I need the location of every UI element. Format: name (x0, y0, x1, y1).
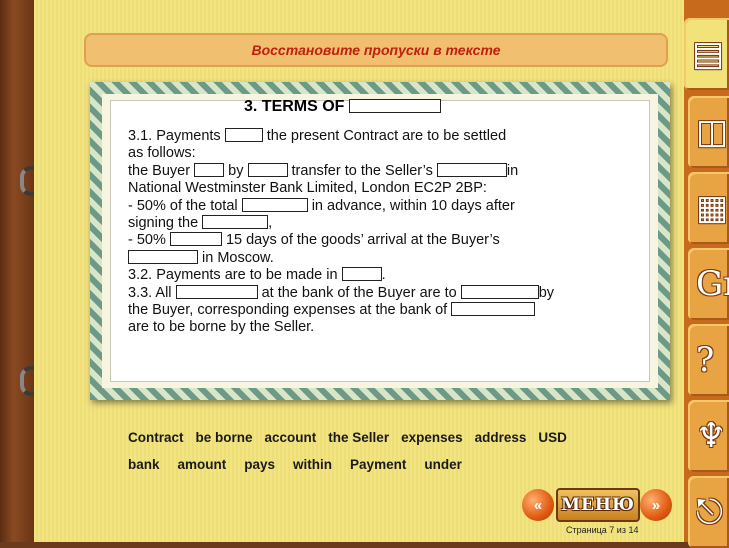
text-fragment: as follows: (128, 145, 196, 162)
word-option[interactable]: Payment (350, 457, 406, 472)
word-option[interactable]: under (424, 457, 462, 472)
text-fragment: 3.3. All (128, 284, 172, 301)
menu-button[interactable]: МЕНЮ (556, 488, 640, 522)
blank-field[interactable] (202, 215, 269, 230)
blank-field[interactable] (169, 232, 222, 247)
text-line: - 50% of the total in advance, within 10… (128, 197, 648, 215)
document-heading: 3. TERMS OF (244, 98, 441, 116)
blank-field[interactable] (460, 284, 539, 299)
text-fragment: by (538, 284, 555, 301)
text-fragment: are to be borne by the Seller. (128, 319, 315, 336)
blank-field[interactable] (175, 284, 258, 299)
blank-field[interactable] (128, 249, 198, 264)
word-option[interactable]: address (475, 430, 527, 445)
text-fragment: in advance, within 10 days after (311, 197, 515, 214)
word-bank-row: Contract be borne account the Seller exp… (128, 430, 668, 445)
blank-field[interactable] (247, 162, 288, 177)
blank-field[interactable] (348, 99, 441, 113)
text-fragment: signing the (128, 215, 199, 232)
word-option[interactable]: be borne (196, 430, 253, 445)
blank-field[interactable] (341, 267, 382, 282)
blank-field[interactable] (436, 162, 507, 177)
text-fragment: National Westminster Bank Limited, Londo… (128, 180, 487, 197)
text-fragment: - 50% of the total (128, 197, 238, 214)
blank-field[interactable] (241, 197, 308, 212)
text-fragment: . (381, 267, 386, 284)
text-line: the Buyer by transfer to the Seller’s in (128, 162, 648, 180)
help-tab[interactable]: ? (688, 324, 729, 396)
text-line: - 50% 15 days of the goods’ arrival at t… (128, 232, 648, 249)
heading-text: 3. TERMS OF (244, 98, 345, 115)
exit-tab[interactable]: ⎋ (688, 476, 729, 548)
word-option[interactable]: account (265, 430, 317, 445)
binder-edge (0, 0, 34, 542)
text-fragment: the present Contract are to be settled (266, 128, 507, 144)
word-option[interactable]: the Seller (328, 430, 389, 445)
text-fragment: , (268, 215, 273, 232)
text-fragment: at the bank of the Buyer are to (261, 284, 457, 301)
text-fragment: - 50% (128, 232, 166, 249)
next-page-button[interactable]: » (640, 489, 672, 521)
text-fragment: transfer to the Seller’s (291, 162, 433, 179)
blank-field[interactable] (451, 302, 536, 317)
trophy-tab[interactable]: ♆ (688, 400, 729, 472)
text-line: as follows: (128, 145, 648, 162)
word-option[interactable]: within (293, 457, 332, 472)
blank-field[interactable] (194, 162, 225, 177)
word-option[interactable]: pays (244, 457, 275, 472)
word-option[interactable]: amount (178, 457, 227, 472)
word-option[interactable]: Contract (128, 430, 184, 445)
text-line: 3.1. Payments the present Contract are t… (128, 128, 648, 145)
word-option[interactable]: USD (538, 430, 567, 445)
pages-icon: ▦ (696, 188, 729, 228)
text-fragment: the Buyer, corresponding expenses at the… (128, 302, 448, 319)
grammar-tab[interactable]: Gr (688, 248, 729, 320)
question-icon: ? (696, 340, 715, 380)
text-fragment: 15 days of the goods’ arrival at the Buy… (225, 232, 500, 249)
book-tab[interactable]: ◫ (688, 96, 729, 168)
text-fragment: 3.2. Payments are to be made in (128, 267, 338, 284)
right-tab-column: ▤ ◫ ▦ Gr ? ♆ ⎋ (684, 0, 729, 548)
text-fragment: the Buyer (128, 162, 191, 179)
contract-text: 3.1. Payments the present Contract are t… (128, 128, 648, 337)
text-fragment: 3.1. Payments (128, 128, 221, 144)
text-line: in Moscow. (128, 249, 648, 267)
word-option[interactable]: bank (128, 457, 160, 472)
text-line: 3.2. Payments are to be made in . (128, 267, 648, 284)
text-line: the Buyer, corresponding expenses at the… (128, 302, 648, 319)
prev-page-button[interactable]: « (522, 489, 554, 521)
word-bank-row: bank amount pays within Payment under (128, 457, 668, 472)
trophy-icon: ♆ (696, 416, 727, 456)
exercise-title-bar: Восстановите пропуски в тексте (84, 33, 668, 67)
page-title: Восстановите пропуски в тексте (251, 42, 501, 58)
book-icon: ◫ (696, 112, 729, 152)
blank-field[interactable] (224, 128, 263, 142)
word-option[interactable]: expenses (401, 430, 463, 445)
text-line: National Westminster Bank Limited, Londo… (128, 180, 648, 197)
word-bank: Contract be borne account the Seller exp… (128, 430, 668, 484)
pages-tab[interactable]: ▦ (688, 172, 729, 244)
document-tab[interactable]: ▤ (684, 18, 729, 90)
document-icon: ▤ (692, 34, 725, 74)
grammar-icon: Gr (696, 264, 729, 304)
text-line: are to be borne by the Seller. (128, 319, 648, 336)
text-fragment: in Moscow. (202, 249, 274, 266)
page-indicator: Страница 7 из 14 (566, 525, 639, 535)
text-line: signing the , (128, 215, 648, 232)
text-fragment: in (506, 162, 519, 179)
exit-icon: ⎋ (696, 492, 723, 532)
text-line: 3.3. All at the bank of the Buyer are to… (128, 284, 648, 302)
text-fragment: by (228, 162, 244, 179)
